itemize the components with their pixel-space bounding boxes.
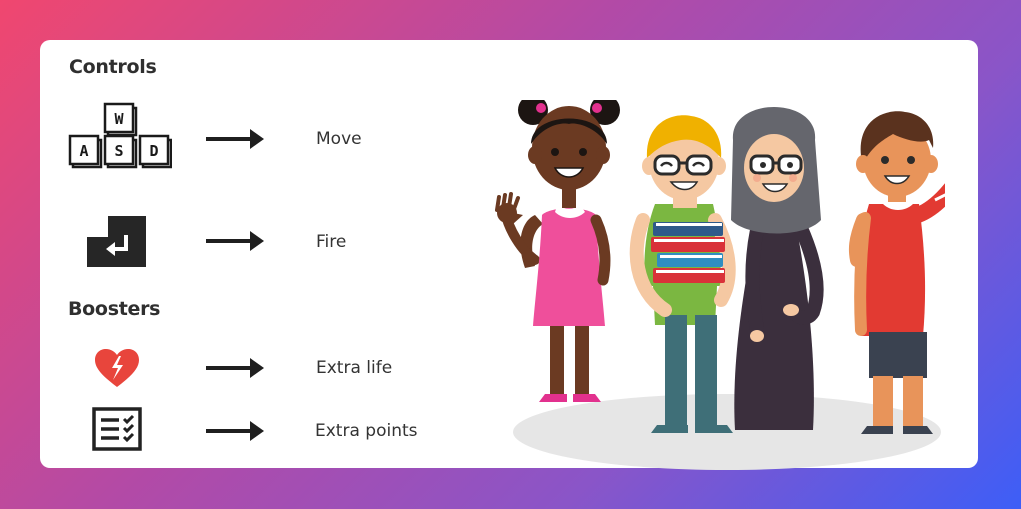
arrow-right-icon: [206, 129, 264, 149]
key-a-label: A: [79, 142, 88, 160]
key-s-label: S: [114, 142, 123, 160]
arrow-right-icon: [206, 231, 264, 251]
kids-illustration: [495, 100, 945, 470]
controls-heading: Controls: [69, 56, 157, 78]
arrow-right-icon: [206, 358, 264, 378]
girl-pink-dress: [495, 100, 620, 402]
wasd-keys-icon: W A S D: [68, 102, 172, 169]
boy-with-books: [629, 115, 736, 433]
extra-life-label: Extra life: [316, 358, 393, 378]
checklist-icon: [92, 407, 142, 451]
broken-heart-icon: [95, 349, 139, 387]
key-d-label: D: [149, 142, 158, 160]
move-label: Move: [316, 129, 362, 149]
extra-points-label: Extra points: [315, 421, 418, 441]
arrow-right-icon: [206, 421, 264, 441]
girl-with-hijab: [731, 107, 824, 430]
instructions-card: Controls W A S D Move Fire Boosters Extr…: [40, 40, 978, 470]
boosters-heading: Boosters: [68, 298, 161, 320]
key-w-label: W: [114, 110, 124, 128]
boy-red-shirt-waving: [848, 111, 945, 434]
fire-label: Fire: [316, 232, 347, 252]
enter-key-icon: [87, 216, 146, 267]
